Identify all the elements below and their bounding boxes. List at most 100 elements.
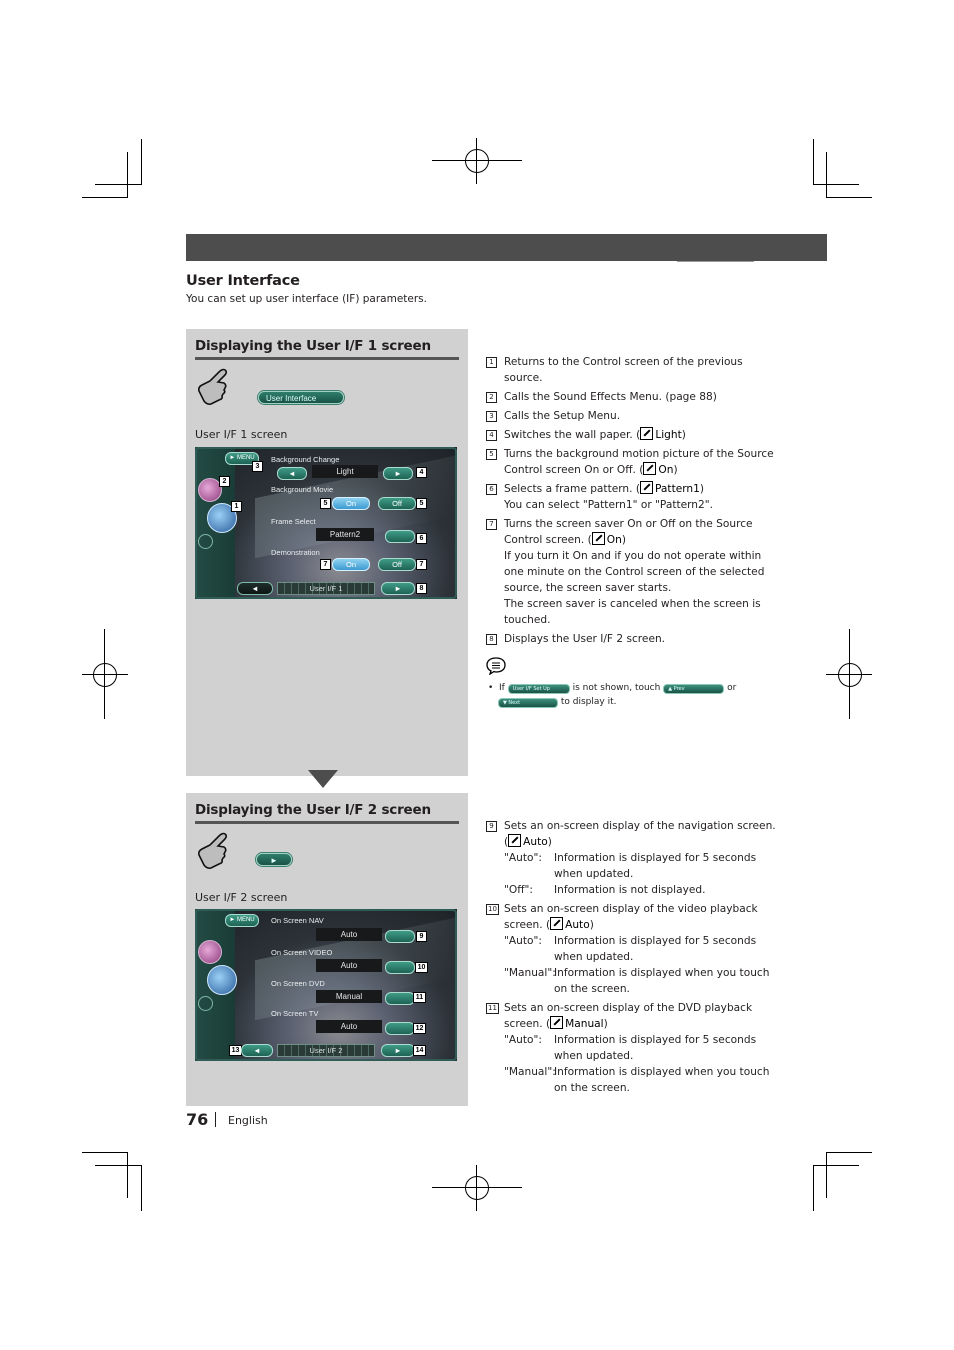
note-text: • If User I/F Set Up is not shown, touch… xyxy=(488,681,778,709)
panel-heading: Displaying the User I/F 2 screen xyxy=(195,802,431,818)
definition: "Auto": Information is displayed for 5 se… xyxy=(504,933,776,965)
note-mid: is not shown, touch xyxy=(572,683,661,693)
wallpaper-prev-button[interactable]: ◄ xyxy=(277,467,307,480)
default-value: On xyxy=(658,464,674,476)
item-text: Switches the wall paper. ( xyxy=(504,429,641,441)
note-prefix: If xyxy=(499,683,505,693)
default-value: Manual xyxy=(565,1018,604,1030)
edit-icon xyxy=(198,996,213,1011)
item-number: 10 xyxy=(486,904,499,915)
default-setting-icon xyxy=(550,917,564,930)
touch-hand-icon xyxy=(198,832,228,869)
definition: "Auto": Information is displayed for 5 se… xyxy=(504,850,776,882)
description-item: 4 Switches the wall paper. ( Light) xyxy=(486,427,776,443)
user-interface-button[interactable]: User Interface xyxy=(258,391,344,404)
row-label: Frame Select xyxy=(271,517,316,526)
callout-8: 8 xyxy=(416,583,427,594)
background-movie-off-button[interactable]: Off xyxy=(378,497,416,510)
panel-heading: Displaying the User I/F 1 screen xyxy=(195,338,431,354)
nav-toggle-button[interactable] xyxy=(385,930,415,943)
callout-10: 10 xyxy=(415,962,428,973)
definition-value: Information is displayed when you touch … xyxy=(554,967,770,995)
item-text-tail: ) xyxy=(547,836,552,848)
screen-caption: User I/F 2 screen xyxy=(195,891,288,904)
default-setting-icon xyxy=(640,481,654,494)
panel-rule xyxy=(195,357,459,360)
row-label: Background Change xyxy=(271,455,340,464)
footer-language: English xyxy=(228,1114,268,1127)
item-number: 2 xyxy=(486,392,497,403)
definition-value: Information is displayed for 5 seconds w… xyxy=(554,1034,757,1062)
nav-value: Auto xyxy=(316,928,382,941)
video-toggle-button[interactable] xyxy=(385,961,415,974)
item-text: Calls the Sound Effects Menu. (page 88) xyxy=(504,391,717,403)
default-setting-icon xyxy=(508,834,522,847)
definition-key: "Auto": xyxy=(504,1034,542,1046)
sound-effects-button[interactable] xyxy=(198,940,222,964)
default-setting-icon xyxy=(643,462,657,475)
definition-value: Information is displayed for 5 seconds w… xyxy=(554,935,757,963)
callout-7: 7 xyxy=(416,559,427,570)
screen-caption: User I/F 1 screen xyxy=(195,428,288,441)
next-page-button[interactable]: ► xyxy=(381,1044,415,1057)
note-suffix: to display it. xyxy=(560,697,617,707)
description-list-2: 9 Sets an on-screen display of the navig… xyxy=(486,818,776,1099)
item-text: Selects a frame pattern. ( xyxy=(504,483,641,495)
dvd-value: Manual xyxy=(316,990,382,1003)
item-text: Displays the User I/F 2 screen. xyxy=(504,633,666,645)
wallpaper-next-button[interactable]: ► xyxy=(383,467,413,480)
page-indicator: User I/F 1 xyxy=(277,582,375,595)
menu-label: MENU xyxy=(236,917,255,923)
default-value: Light xyxy=(655,429,682,441)
item-text: Sets an on-screen display of the DVD pla… xyxy=(504,1002,753,1030)
callout-14: 14 xyxy=(413,1045,426,1056)
prev-page-button[interactable]: ◄ xyxy=(241,1044,273,1057)
row-label: On Screen DVD xyxy=(271,979,325,988)
default-setting-icon xyxy=(591,532,605,545)
bullet: • xyxy=(488,683,500,693)
prev-page-button[interactable]: ◄ xyxy=(237,582,273,595)
edit-icon xyxy=(198,534,213,549)
default-setting-icon xyxy=(550,1016,564,1029)
next-button[interactable]: ► xyxy=(256,853,292,866)
menu-button[interactable]: ► MENU xyxy=(225,914,259,927)
callout-3: 3 xyxy=(252,461,263,472)
row-label: On Screen TV xyxy=(271,1009,319,1018)
video-value: Auto xyxy=(316,959,382,972)
tv-value: Auto xyxy=(316,1020,382,1033)
definition-value: Information is displayed for 5 seconds w… xyxy=(554,852,757,880)
description-item: 5 Turns the background motion picture of… xyxy=(486,446,776,478)
description-item: 10 Sets an on-screen display of the vide… xyxy=(486,901,776,997)
wallpaper-value: Light xyxy=(312,465,378,478)
note-or: or xyxy=(727,683,737,693)
description-item: 1 Returns to the Control screen of the p… xyxy=(486,354,776,386)
item-text: Turns the screen saver On or Off on the … xyxy=(504,518,753,546)
item-number: 8 xyxy=(486,634,497,645)
item-number: 4 xyxy=(486,430,497,441)
demonstration-on-button[interactable]: On xyxy=(332,558,370,571)
dvd-toggle-button[interactable] xyxy=(385,992,415,1005)
return-button[interactable] xyxy=(207,965,237,995)
background-movie-on-button[interactable]: On xyxy=(332,497,370,510)
item-number: 3 xyxy=(486,411,497,422)
next-page-button[interactable]: ► xyxy=(381,582,415,595)
tv-toggle-button[interactable] xyxy=(385,1022,415,1035)
frame-select-button[interactable] xyxy=(385,530,415,543)
item-text-tail: ) xyxy=(681,429,686,441)
definition-key: "Auto": xyxy=(504,852,542,864)
description-item: 6 Selects a frame pattern. (Pattern1) Yo… xyxy=(486,481,776,513)
description-list-1: 1 Returns to the Control screen of the p… xyxy=(486,354,776,650)
prev-button: ▲ Prev xyxy=(663,684,725,694)
section-title: User Interface xyxy=(186,273,300,289)
definition-key: "Off": xyxy=(504,884,533,896)
item-extra: The screen saver is canceled when the sc… xyxy=(504,598,761,626)
callout-5: 5 xyxy=(320,498,331,509)
item-number: 1 xyxy=(486,357,497,368)
item-extra: If you turn it On and if you do not oper… xyxy=(504,550,765,594)
user-if-1-screen: ► MENU 3 2 1 Background Change ◄ Light ►… xyxy=(195,447,457,599)
demonstration-off-button[interactable]: Off xyxy=(378,558,416,571)
definition-value: Information is displayed when you touch … xyxy=(554,1066,770,1094)
definition-key: "Manual": xyxy=(504,967,556,979)
item-number: 5 xyxy=(486,449,497,460)
frame-value: Pattern2 xyxy=(316,528,374,541)
